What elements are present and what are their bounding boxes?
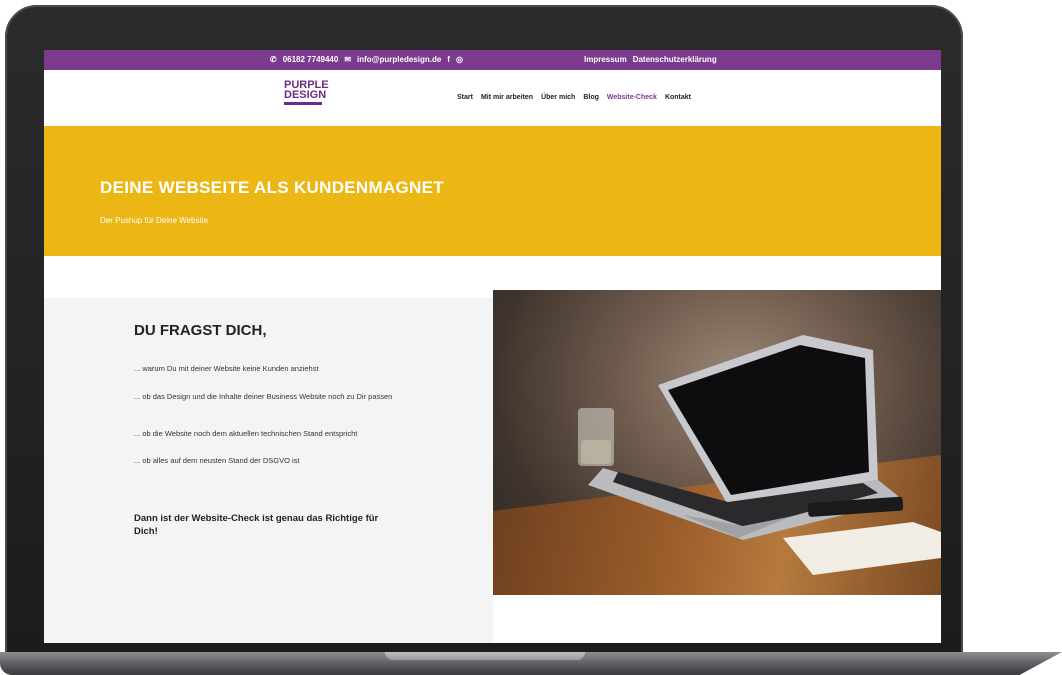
laptop-photo [493, 290, 941, 595]
datenschutz-link[interactable]: Datenschutzerklärung [633, 55, 717, 64]
phone-icon: ✆ [270, 55, 277, 64]
nav-start[interactable]: Start [457, 94, 473, 101]
contact-info: ✆ 06182 7749440 ✉ info@purpledesign.de f… [270, 55, 463, 64]
hero-title: DEINE WEBSEITE ALS KUNDENMAGNET [100, 178, 444, 197]
email-link[interactable]: info@purpledesign.de [357, 55, 441, 64]
question-item: ... ob alles auf dem neusten Stand der D… [134, 456, 300, 465]
phone-link[interactable]: 06182 7749440 [283, 55, 339, 64]
logo-underline [284, 102, 322, 105]
impressum-link[interactable]: Impressum [584, 55, 627, 64]
mail-icon: ✉ [344, 55, 352, 64]
nav-kontakt[interactable]: Kontakt [665, 94, 691, 101]
laptop-hinge [385, 652, 585, 660]
nav-mit-mir-arbeiten[interactable]: Mit mir arbeiten [481, 94, 533, 101]
question-item: ... ob die Website noch dem aktuellen te… [134, 429, 358, 438]
top-bar: ✆ 06182 7749440 ✉ info@purpledesign.de f… [44, 50, 941, 70]
site-header: PURPLE DESIGN Start Mit mir arbeiten Übe… [44, 70, 941, 126]
hero-subtitle: Der Pushup für Deine Website [100, 216, 208, 225]
main-nav: Start Mit mir arbeiten Über mich Blog We… [457, 94, 691, 101]
content-panel [44, 298, 493, 643]
question-item: ... warum Du mit deiner Website keine Ku… [134, 364, 319, 373]
facebook-icon[interactable]: f [447, 55, 450, 64]
logo-line2: DESIGN [284, 89, 327, 101]
laptop-illustration [578, 335, 941, 575]
nav-blog[interactable]: Blog [583, 94, 599, 101]
nav-website-check[interactable]: Website-Check [607, 94, 657, 101]
instagram-icon[interactable]: ◎ [456, 55, 463, 64]
laptop-screen: ✆ 06182 7749440 ✉ info@purpledesign.de f… [44, 50, 941, 643]
cta-text: Dann ist der Website-Check ist genau das… [134, 513, 379, 537]
question-item: ... ob das Design und die Inhalte deiner… [134, 392, 393, 401]
hero-banner: DEINE WEBSEITE ALS KUNDENMAGNET Der Push… [44, 126, 941, 256]
section-title: DU FRAGST DICH, [134, 322, 267, 339]
legal-links: Impressum Datenschutzerklärung [584, 55, 717, 64]
nav-ueber-mich[interactable]: Über mich [541, 94, 575, 101]
laptop-lid: ✆ 06182 7749440 ✉ info@purpledesign.de f… [5, 5, 963, 655]
logo[interactable]: PURPLE DESIGN [284, 80, 329, 105]
